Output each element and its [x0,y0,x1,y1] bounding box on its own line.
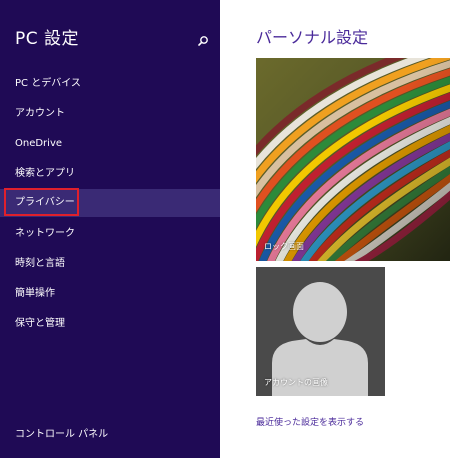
sidebar-item-accounts[interactable]: アカウント [0,100,220,128]
sidebar-item-label: アカウント [15,108,65,119]
search-button[interactable] [196,33,210,47]
page-title: パーソナル設定 [256,28,369,47]
sidebar-title: PC 設定 [15,29,80,49]
sidebar-item-label: 検索とアプリ [15,168,75,179]
sidebar-item-label: ネットワーク [15,228,75,239]
sidebar-item-label: 簡単操作 [15,288,55,299]
search-icon [198,36,208,46]
sidebar-item-onedrive[interactable]: OneDrive [0,130,220,158]
lock-screen-tile[interactable]: ロック画面 [256,58,450,261]
lock-screen-image [256,58,450,261]
sidebar-item-label: PC とデバイス [15,78,81,89]
sidebar-item-label: 保守と管理 [15,318,65,329]
sidebar-item-time-language[interactable]: 時刻と言語 [0,250,220,278]
account-picture-caption: アカウントの画像 [264,378,328,387]
sidebar-item-ease-of-access[interactable]: 簡単操作 [0,280,220,308]
account-picture-tile[interactable]: アカウントの画像 [256,267,385,396]
sidebar-item-privacy[interactable]: プライバシー [0,189,220,217]
sidebar-item-label: 時刻と言語 [15,258,65,269]
pc-settings-window: PC 設定 PC とデバイス アカウント OneDrive 検索とアプリ プライ… [0,0,450,458]
control-panel-link[interactable]: コントロール パネル [15,428,108,442]
sidebar-item-label: OneDrive [15,138,63,149]
sidebar-item-pc-devices[interactable]: PC とデバイス [0,70,220,98]
sidebar-item-update-recovery[interactable]: 保守と管理 [0,310,220,338]
sidebar-item-network[interactable]: ネットワーク [0,220,220,248]
lock-screen-caption: ロック画面 [264,242,304,251]
sidebar-item-label: プライバシー [15,197,75,208]
recent-settings-link[interactable]: 最近使った設定を表示する [256,417,364,429]
sidebar: PC 設定 PC とデバイス アカウント OneDrive 検索とアプリ プライ… [0,0,220,458]
sidebar-item-search-apps[interactable]: 検索とアプリ [0,160,220,188]
user-avatar-icon [256,267,385,396]
